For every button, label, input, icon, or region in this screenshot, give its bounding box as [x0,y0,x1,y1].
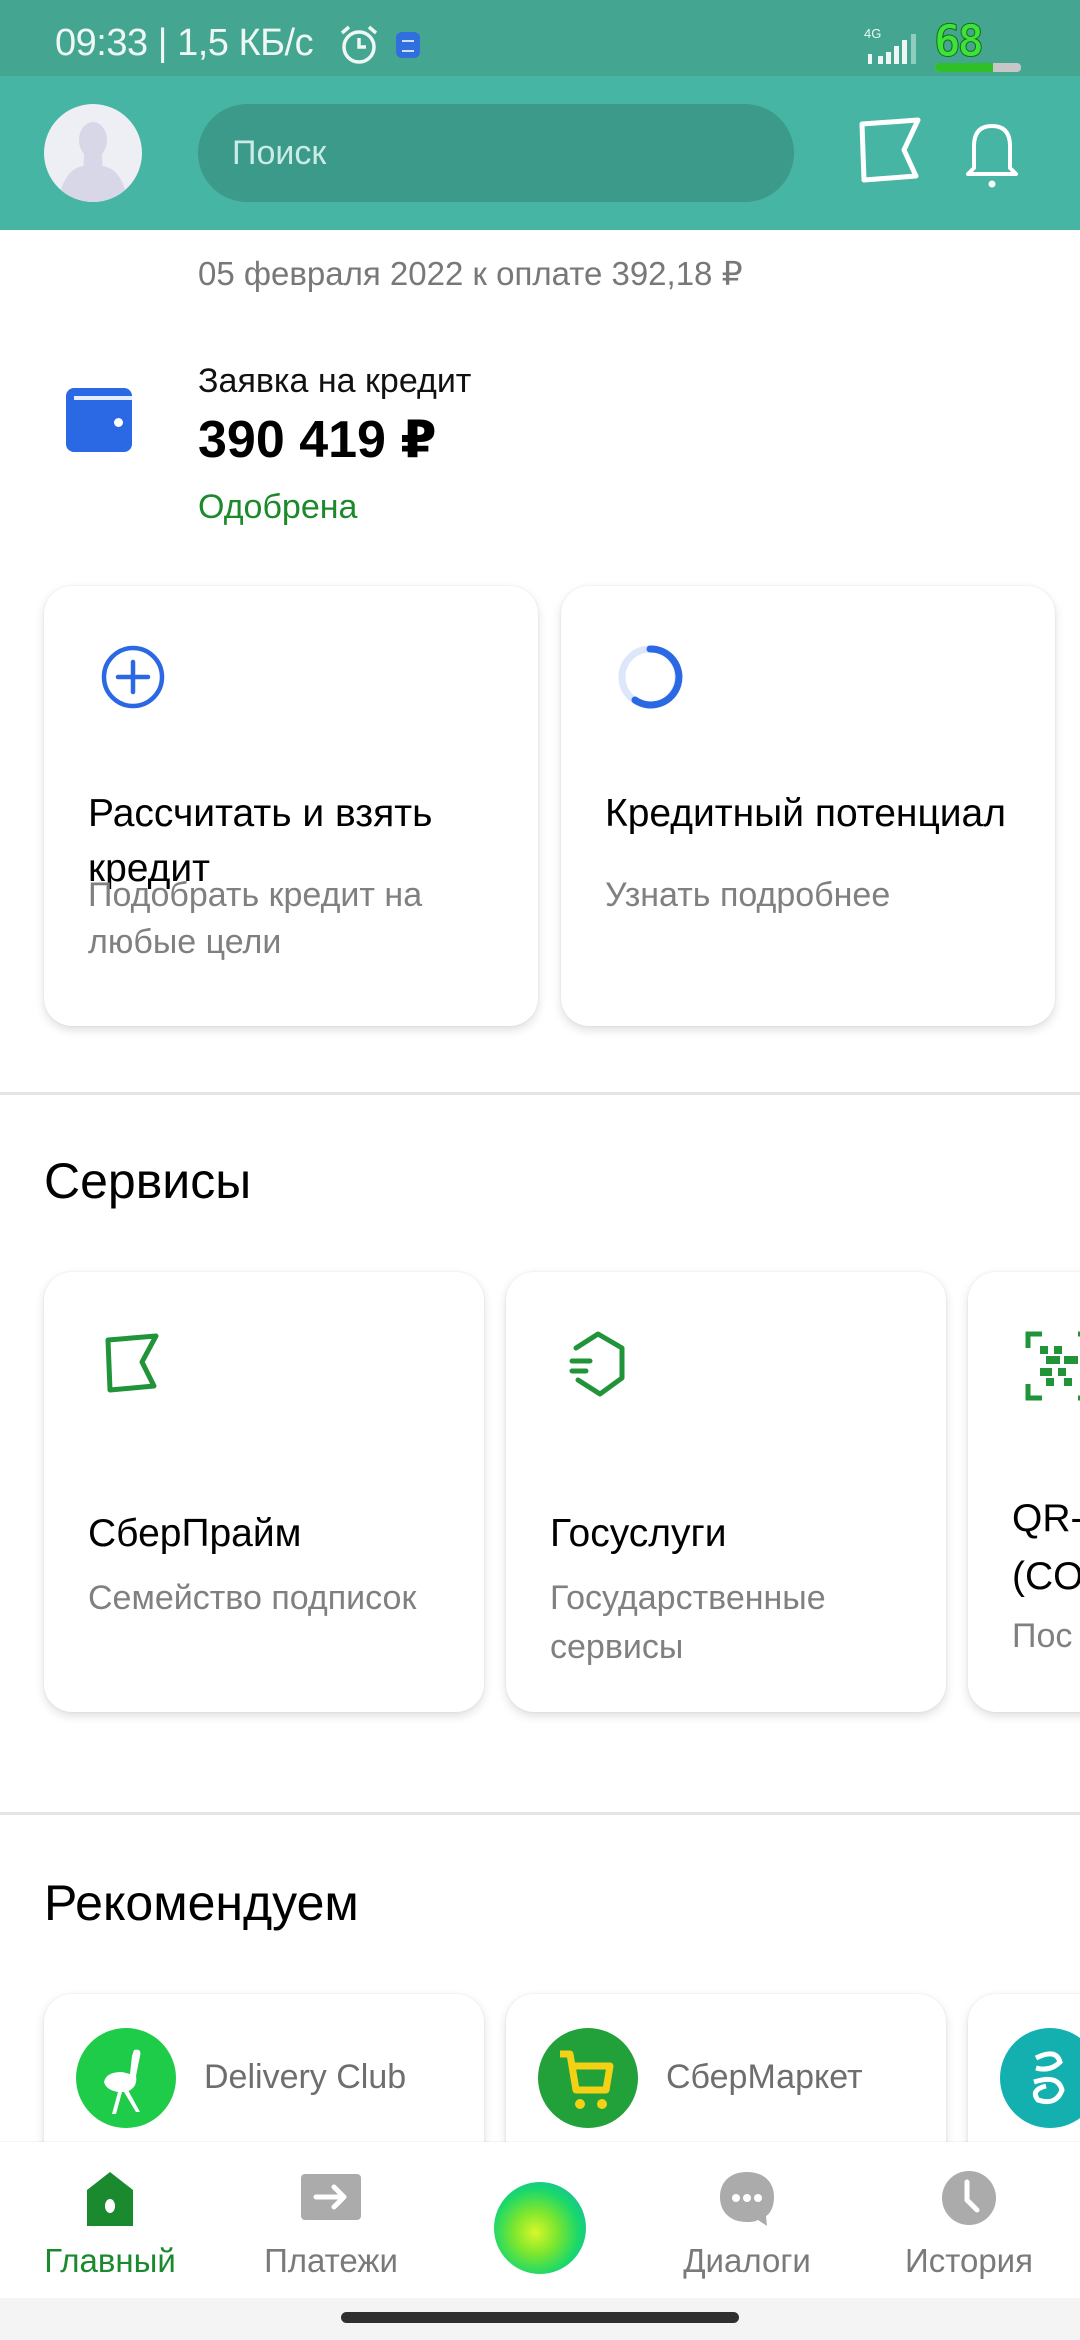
calculate-credit-card[interactable]: Рассчитать и взять кредит Подобрать кред… [44,586,538,1026]
sberprime-flag-icon[interactable] [856,116,928,188]
plus-circle-icon [101,645,165,709]
battery-level: 68 [934,16,985,68]
bottom-navigation: Главный Платежи Диалоги История [0,2142,1080,2298]
home-gesture-bar[interactable] [341,2312,739,2323]
nav-history[interactable]: История [869,2142,1069,2298]
nav-label: История [905,2242,1033,2279]
payments-arrow-icon [301,2174,361,2220]
sber-app-icon [1000,2028,1080,2128]
service-title: Госуслуги [550,1512,727,1555]
recommend-name: СберМаркет [666,2058,863,2096]
card-subtitle: Узнать подробнее [605,876,891,914]
system-gesture-area [0,2298,1080,2340]
recommend-title: Рекомендуем [44,1875,359,1931]
avatar-silhouette-icon [58,122,128,202]
service-subtitle: Пос [1012,1617,1073,1655]
service-subtitle: Государственные сервисы [550,1579,826,1666]
card-title: Кредитный потенциал [605,792,1007,835]
messages-icon [396,32,420,58]
loan-label: Заявка на кредит [198,362,472,400]
qr-code-icon [1025,1331,1080,1401]
credit-potential-card[interactable]: Кредитный потенциал Узнать подробнее [561,586,1055,1026]
sberprime-icon [105,1333,159,1393]
nav-home[interactable]: Главный [10,2142,210,2298]
svg-text:4G: 4G [864,26,881,41]
salute-assistant-orb[interactable] [494,2182,586,2274]
chat-bubble-icon [720,2172,774,2226]
alarm-clock-icon [340,25,378,64]
nav-label: Главный [44,2242,176,2279]
payment-due-text: 05 февраля 2022 к оплате 392,18 ₽ [198,255,743,292]
loan-application-item[interactable]: Заявка на кредит 390 419 ₽ Одобрена [0,350,1080,540]
app-header: Поиск [0,76,1080,230]
battery-icon [935,63,1021,72]
nav-payments[interactable]: Платежи [231,2142,431,2298]
service-subtitle: Семейство подписок [88,1579,417,1617]
service-card-gosuslugi[interactable]: Госуслуги Государственные сервисы [506,1272,946,1712]
nav-dialogs[interactable]: Диалоги [647,2142,847,2298]
card-subtitle: Подобрать кредит на любые цели [88,876,423,961]
cart-icon [538,2028,638,2128]
nav-label: Платежи [264,2242,398,2279]
service-title: СберПрайм [88,1512,302,1555]
ostrich-icon [76,2028,176,2128]
loan-amount: 390 419 ₽ [198,411,437,469]
gosuslugi-icon [569,1331,625,1397]
progress-ring-icon [618,645,683,709]
search-input[interactable]: Поиск [198,104,794,202]
signal-icon: 4G [864,26,916,64]
search-placeholder: Поиск [232,134,327,172]
bell-icon[interactable] [962,118,1022,190]
recommend-name: Delivery Club [204,2058,407,2096]
section-divider [0,1812,1080,1815]
service-title: QR-(CO [1012,1497,1080,1598]
wallet-icon [66,388,132,452]
services-title: Сервисы [44,1153,252,1209]
status-time-speed: 09:33 | 1,5 КБ/с [55,22,314,64]
home-icon [87,2172,133,2226]
service-card-qr[interactable]: QR-(CO Пос [968,1272,1080,1712]
section-divider [0,1092,1080,1095]
clock-icon [942,2171,996,2225]
avatar[interactable] [44,104,142,202]
service-card-sberprime[interactable]: СберПрайм Семейство подписок [44,1272,484,1712]
nav-label: Диалоги [683,2242,811,2279]
status-bar: 09:33 | 1,5 КБ/с 4G 68 [0,0,1080,76]
loan-status: Одобрена [198,488,358,526]
